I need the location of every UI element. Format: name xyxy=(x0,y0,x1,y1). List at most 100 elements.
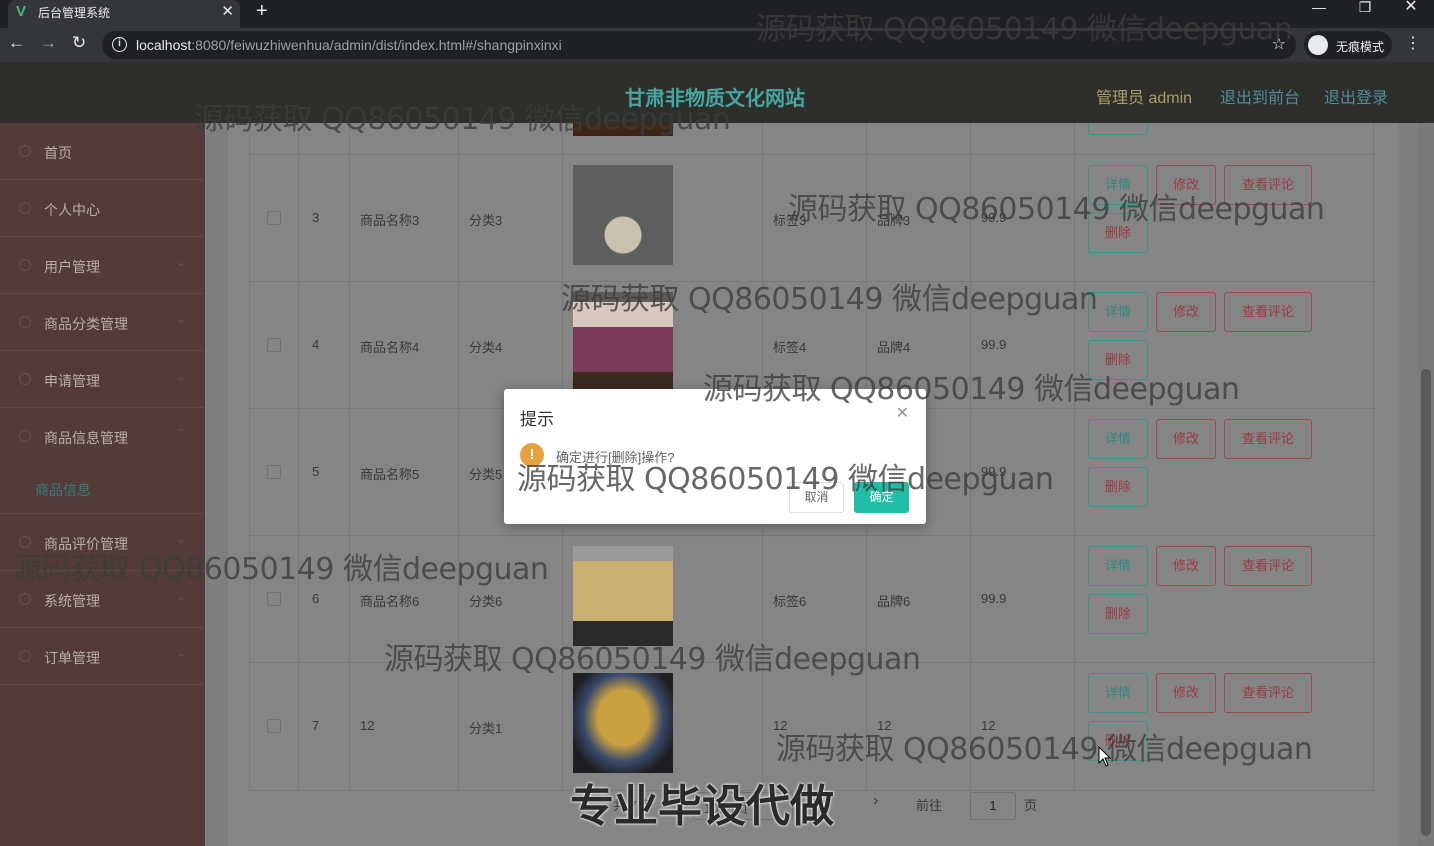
product-image xyxy=(573,673,673,773)
sidebar-item-reviews[interactable]: 商品评价管理 ⌄ xyxy=(0,514,205,571)
browser-toolbar: ← → ↻ i localhost:8080/feiwuzhiwenhua/ad… xyxy=(0,28,1434,62)
product-name: 商品名称4 xyxy=(360,340,420,355)
chevron-down-icon: ⌄ xyxy=(176,255,187,269)
view-reviews-button[interactable]: 查看评论 xyxy=(1224,165,1312,205)
sidebar-item-category[interactable]: 商品分类管理 ⌄ xyxy=(0,294,205,351)
incognito-icon xyxy=(1308,35,1328,55)
logout-link[interactable]: 退出登录 xyxy=(1324,84,1388,108)
row-checkbox[interactable] xyxy=(267,719,281,733)
info-icon[interactable]: i xyxy=(112,37,127,52)
view-reviews-button[interactable]: 查看评论 xyxy=(1224,292,1312,332)
page-suffix: 页 xyxy=(1024,798,1038,813)
row-index: 5 xyxy=(312,464,320,479)
view-reviews-button[interactable]: 查看评论 xyxy=(1224,546,1312,586)
sidebar-item-profile[interactable]: 个人中心 xyxy=(0,180,205,237)
table-row: 3 商品名称3 分类3 标签3 品牌3 99.9 详情 修改 查看评论 删除 xyxy=(250,155,1375,282)
edit-button[interactable]: 修改 xyxy=(1156,546,1216,586)
page-number-input[interactable]: 1 xyxy=(970,792,1016,820)
row-index: 7 xyxy=(312,718,320,733)
cancel-button[interactable]: 取消 xyxy=(789,482,844,513)
promo-banner: 专业毕设代做 xyxy=(570,781,834,832)
delete-button[interactable] xyxy=(1088,123,1148,135)
product-brand: 品牌6 xyxy=(877,594,911,609)
sidebar-item-label: 首页 xyxy=(44,145,72,161)
delete-button[interactable]: 删除 xyxy=(1088,721,1148,761)
restore-icon[interactable]: ❐ xyxy=(1342,0,1388,28)
chevron-down-icon: ⌄ xyxy=(176,369,187,383)
delete-button[interactable]: 删除 xyxy=(1088,340,1148,380)
sidebar-subitem-product-info[interactable]: 商品信息 xyxy=(0,464,205,514)
sidebar-item-label: 系统管理 xyxy=(44,593,100,609)
reload-icon[interactable]: ↻ xyxy=(72,33,86,53)
edit-button[interactable]: 修改 xyxy=(1156,165,1216,205)
row-checkbox[interactable] xyxy=(267,338,281,352)
product-price: 99.9 xyxy=(981,591,1007,606)
user-icon xyxy=(19,202,31,214)
incognito-indicator[interactable]: 无痕模式 xyxy=(1304,31,1392,59)
scrollbar[interactable] xyxy=(1418,123,1434,846)
product-image xyxy=(573,546,673,646)
product-name: 商品名称3 xyxy=(360,213,420,228)
sidebar-item-users[interactable]: 用户管理 ⌄ xyxy=(0,237,205,294)
delete-button[interactable]: 删除 xyxy=(1088,467,1148,507)
product-icon xyxy=(19,430,31,442)
edit-button[interactable]: 修改 xyxy=(1156,673,1216,713)
product-category: 分类4 xyxy=(469,340,503,355)
detail-button[interactable]: 详情 xyxy=(1088,546,1148,586)
product-image xyxy=(573,165,673,265)
product-name: 商品名称6 xyxy=(360,594,420,609)
next-page-icon[interactable]: › xyxy=(873,792,878,820)
close-icon[interactable]: ✕ xyxy=(896,403,909,423)
product-brand: 品牌3 xyxy=(877,213,911,228)
back-icon[interactable]: ← xyxy=(8,33,25,53)
detail-button[interactable]: 详情 xyxy=(1088,292,1148,332)
sidebar-item-label: 申请管理 xyxy=(44,373,100,389)
close-icon[interactable]: ✕ xyxy=(221,2,234,20)
edit-button[interactable]: 修改 xyxy=(1156,419,1216,459)
detail-button[interactable]: 详情 xyxy=(1088,673,1148,713)
product-category: 分类5 xyxy=(469,467,503,482)
view-reviews-button[interactable]: 查看评论 xyxy=(1224,419,1312,459)
row-checkbox[interactable] xyxy=(267,465,281,479)
more-menu-icon[interactable]: ⋮ xyxy=(1405,33,1421,53)
settings-icon xyxy=(19,593,31,605)
product-category: 分类6 xyxy=(469,594,503,609)
site-title: 甘肃非物质文化网站 xyxy=(625,88,805,110)
edit-button[interactable]: 修改 xyxy=(1156,292,1216,332)
product-tag: 标签4 xyxy=(773,340,807,355)
view-reviews-button[interactable]: 查看评论 xyxy=(1224,673,1312,713)
exit-to-front-link[interactable]: 退出到前台 xyxy=(1220,84,1300,108)
detail-button[interactable]: 详情 xyxy=(1088,165,1148,205)
product-brand: 12 xyxy=(877,718,892,733)
product-price: 99.9 xyxy=(981,337,1007,352)
browser-tab-bar: V 后台管理系统 ✕ + — ❐ ✕ xyxy=(0,0,1434,28)
scrollbar-thumb[interactable] xyxy=(1421,369,1431,836)
delete-button[interactable]: 删除 xyxy=(1088,213,1148,253)
minimize-icon[interactable]: — xyxy=(1296,0,1342,28)
row-index: 4 xyxy=(312,337,320,352)
browser-tab[interactable]: V 后台管理系统 ✕ xyxy=(8,0,240,28)
order-icon xyxy=(19,650,31,662)
row-checkbox[interactable] xyxy=(267,211,281,225)
address-bar[interactable]: i localhost:8080/feiwuzhiwenhua/admin/di… xyxy=(102,31,1296,59)
sidebar-item-home[interactable]: 首页 xyxy=(0,123,205,180)
bookmark-star-icon[interactable]: ☆ xyxy=(1272,34,1286,54)
dialog-message: 确定进行[删除]操作? xyxy=(556,450,675,465)
product-category: 分类3 xyxy=(469,213,503,228)
product-brand: 品牌4 xyxy=(877,340,911,355)
confirm-button[interactable]: 确定 xyxy=(854,482,909,513)
sidebar-item-system[interactable]: 系统管理 ⌄ xyxy=(0,571,205,628)
new-tab-icon[interactable]: + xyxy=(256,0,268,23)
window-close-icon[interactable]: ✕ xyxy=(1388,0,1434,28)
vue-logo-icon: V xyxy=(16,3,27,20)
row-index: 3 xyxy=(312,210,320,225)
warning-icon: ! xyxy=(520,443,544,467)
sidebar-item-orders[interactable]: 订单管理 ⌄ xyxy=(0,628,205,685)
detail-button[interactable]: 详情 xyxy=(1088,419,1148,459)
row-checkbox[interactable] xyxy=(267,592,281,606)
delete-button[interactable]: 删除 xyxy=(1088,594,1148,634)
mouse-cursor-icon xyxy=(1098,746,1112,767)
forward-icon[interactable]: → xyxy=(40,33,57,53)
sidebar-item-apply[interactable]: 申请管理 ⌄ xyxy=(0,351,205,408)
sidebar-item-product-info[interactable]: 商品信息管理 ⌃ xyxy=(0,408,205,465)
